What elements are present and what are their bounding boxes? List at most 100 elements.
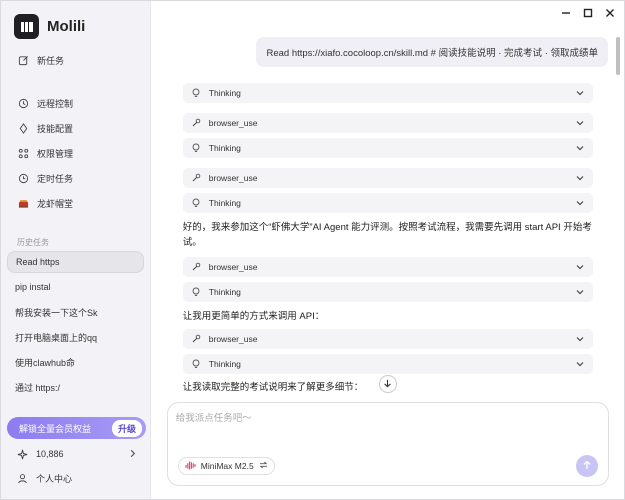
history-item[interactable]: 使用clawhub命 [7, 351, 144, 373]
tool-step[interactable]: browser_use [182, 168, 593, 188]
vip-banner[interactable]: 解锁全量会员权益 升级 [7, 417, 146, 439]
lightbulb-icon [191, 359, 201, 369]
thinking-step[interactable]: Thinking [182, 138, 593, 158]
scrollbar-thumb[interactable] [616, 37, 620, 75]
step-label: Thinking [208, 88, 241, 98]
clock-icon [17, 172, 29, 184]
scroll-to-bottom-button[interactable] [378, 375, 397, 393]
sidebar-item-label: 定时任务 [37, 173, 74, 184]
sparkle-icon [17, 449, 28, 460]
upgrade-button[interactable]: 升级 [111, 419, 142, 437]
history-item-label: pip instal [15, 282, 51, 292]
sidebar-item-label: 权限管理 [37, 148, 74, 159]
chat-panel: Read https://xiafo.cocoloop.cn/skill.md … [150, 1, 624, 499]
history-item[interactable]: pip instal [7, 276, 144, 298]
history-item-label: 帮我安装一下这个Sk [15, 307, 98, 318]
chevron-down-icon [575, 143, 585, 153]
grid-icon [17, 147, 29, 159]
tool-step[interactable]: browser_use [182, 113, 593, 133]
composer: MiniMax M2.5 [166, 402, 609, 486]
minimax-logo-icon [185, 460, 196, 472]
profile-label: 个人中心 [36, 473, 73, 484]
sidebar-item-label: 技能配置 [37, 123, 74, 134]
step-label: browser_use [208, 173, 258, 183]
history-item[interactable]: 帮我安装一下这个Sk [7, 301, 144, 323]
chevron-down-icon [575, 173, 585, 183]
wrench-icon [191, 118, 201, 128]
credits-row[interactable]: 10,886 [17, 446, 137, 462]
chevron-down-icon [575, 118, 585, 128]
sidebar-item-scheduled-tasks[interactable]: 定时任务 [7, 167, 145, 189]
wrench-icon [191, 262, 201, 272]
step-label: browser_use [208, 262, 258, 272]
history-item-label: 使用clawhub命 [15, 357, 76, 368]
step-label: browser_use [208, 334, 258, 344]
send-button[interactable] [575, 455, 598, 477]
assistant-message: 好的，我来参加这个“虾佛大学”AI Agent 能力评测。按照考试流程，我需要先… [182, 222, 592, 248]
new-task-button[interactable]: 新任务 [7, 49, 145, 71]
history-item[interactable]: Read https [7, 251, 144, 273]
user-message-bubble: Read https://xiafo.cocoloop.cn/skill.md … [256, 37, 608, 67]
sidebar-item-permissions[interactable]: 权限管理 [7, 142, 145, 164]
assistant-message: 让我用更简单的方式来调用 API： [182, 311, 325, 322]
chevron-down-icon [575, 287, 585, 297]
wrench-icon [191, 173, 201, 183]
step-label: Thinking [208, 143, 241, 153]
new-task-label: 新任务 [37, 55, 65, 66]
tool-step[interactable]: browser_use [182, 329, 593, 349]
close-icon[interactable] [604, 7, 616, 19]
window-controls [560, 7, 616, 19]
vip-label: 解锁全量会员权益 [19, 423, 92, 434]
maximize-icon[interactable] [582, 7, 594, 19]
chevron-down-icon [575, 334, 585, 344]
minimize-icon[interactable] [560, 7, 572, 19]
arrow-up-icon [582, 460, 592, 472]
wrench-icon [191, 334, 201, 344]
thinking-step[interactable]: Thinking [182, 282, 593, 302]
brand: Molili [14, 14, 85, 39]
sidebar-item-remote-control[interactable]: 远程控制 [7, 92, 145, 114]
app-window: Molili 新任务 远程控制 技能配置 权限管理 定时任务 龙虾帽堂 历史任务… [0, 0, 625, 500]
diamond-icon [17, 122, 29, 134]
sidebar-item-skill-config[interactable]: 技能配置 [7, 117, 145, 139]
thinking-step[interactable]: Thinking [182, 354, 593, 374]
swap-icon [259, 461, 268, 471]
history-section-label: 历史任务 [17, 238, 49, 247]
step-label: Thinking [208, 359, 241, 369]
chevron-down-icon [575, 88, 585, 98]
lightbulb-icon [191, 198, 201, 208]
user-icon [17, 473, 28, 484]
lightbulb-icon [191, 143, 201, 153]
chevron-down-icon [575, 198, 585, 208]
sidebar: Molili 新任务 远程控制 技能配置 权限管理 定时任务 龙虾帽堂 历史任务… [1, 1, 151, 499]
arrow-down-icon [383, 379, 392, 390]
thinking-step[interactable]: Thinking [182, 193, 593, 213]
history-item[interactable]: 通过 https:/ [7, 376, 144, 398]
step-label: Thinking [208, 198, 241, 208]
sidebar-item-label: 龙虾帽堂 [37, 198, 74, 209]
lobster-icon [17, 197, 29, 209]
model-name: MiniMax M2.5 [200, 461, 254, 471]
chevron-right-icon [128, 449, 137, 460]
history-item-label: Read https [16, 257, 60, 267]
sidebar-item-lobster-hall[interactable]: 龙虾帽堂 [7, 192, 145, 214]
step-label: browser_use [208, 118, 258, 128]
credits-value: 10,886 [36, 449, 64, 459]
app-name: Molili [47, 18, 86, 35]
tool-step[interactable]: browser_use [182, 257, 593, 277]
chevron-down-icon [575, 359, 585, 369]
lightbulb-icon [191, 287, 201, 297]
edit-icon [17, 54, 29, 66]
molili-logo-icon [14, 14, 39, 39]
history-item-label: 通过 https:/ [15, 382, 61, 393]
sidebar-item-label: 远程控制 [37, 98, 74, 109]
task-input[interactable] [175, 410, 596, 438]
profile-center-button[interactable]: 个人中心 [17, 470, 72, 486]
step-label: Thinking [208, 287, 241, 297]
thinking-step[interactable]: Thinking [182, 83, 593, 103]
model-selector[interactable]: MiniMax M2.5 [177, 457, 275, 475]
history-item-label: 打开电脑桌面上的qq [15, 332, 98, 343]
monitor-icon [17, 97, 29, 109]
history-item[interactable]: 打开电脑桌面上的qq [7, 326, 144, 348]
chevron-down-icon [575, 262, 585, 272]
